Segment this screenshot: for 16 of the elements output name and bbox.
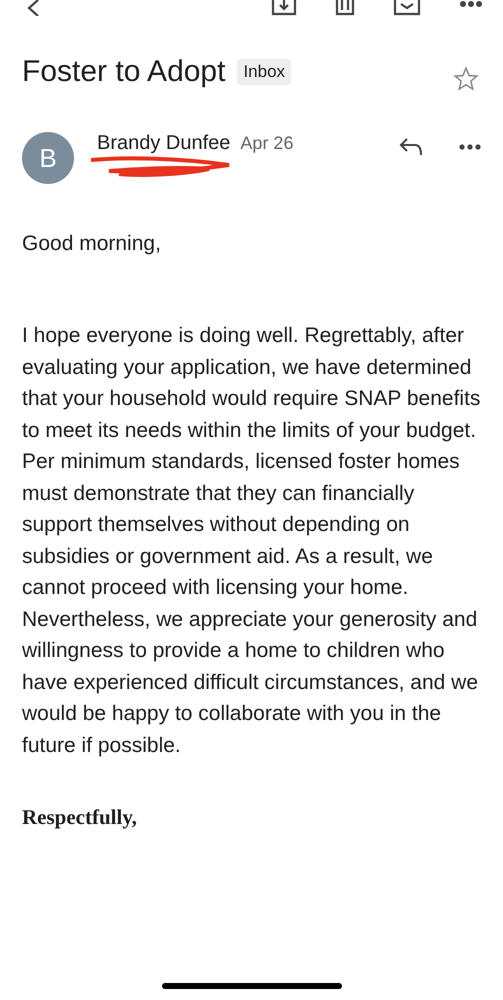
greeting-text: Good morning, [22, 232, 162, 256]
closing-text: Respectfully, [22, 805, 138, 830]
sender-avatar: B [22, 132, 74, 184]
inbox-label[interactable]: Inbox [237, 59, 292, 85]
email-subject: Foster to Adopt [22, 55, 226, 89]
mail-icon[interactable] [393, 0, 421, 16]
more-icon[interactable] [459, 0, 483, 8]
more-icon[interactable] [459, 144, 481, 150]
email-date: Apr 26 [240, 133, 294, 154]
email-body: I hope everyone is doing well. Regrettably, after evaluating your application, we have determined that your household would require SNAP benefits to meet its needs within the limits of your budget. Per minimum standards, licensed foster homes must demonstrate that they can financially support themselves without depending on subsidies or government aid. As a result, we cannot proceed with licensing your home. Nevertheless, we appreciate your generosity and willingness to provide a home to children who have experienced difficult circumstances, and we would be happy to collaborate with you in the future if possible. [22, 323, 482, 758]
delete-icon[interactable] [335, 0, 355, 16]
reply-icon[interactable] [399, 138, 423, 156]
archive-icon[interactable] [271, 0, 297, 16]
sender-name: Brandy Dunfee [97, 132, 230, 155]
star-icon[interactable] [453, 66, 479, 92]
back-icon[interactable] [26, 0, 40, 16]
